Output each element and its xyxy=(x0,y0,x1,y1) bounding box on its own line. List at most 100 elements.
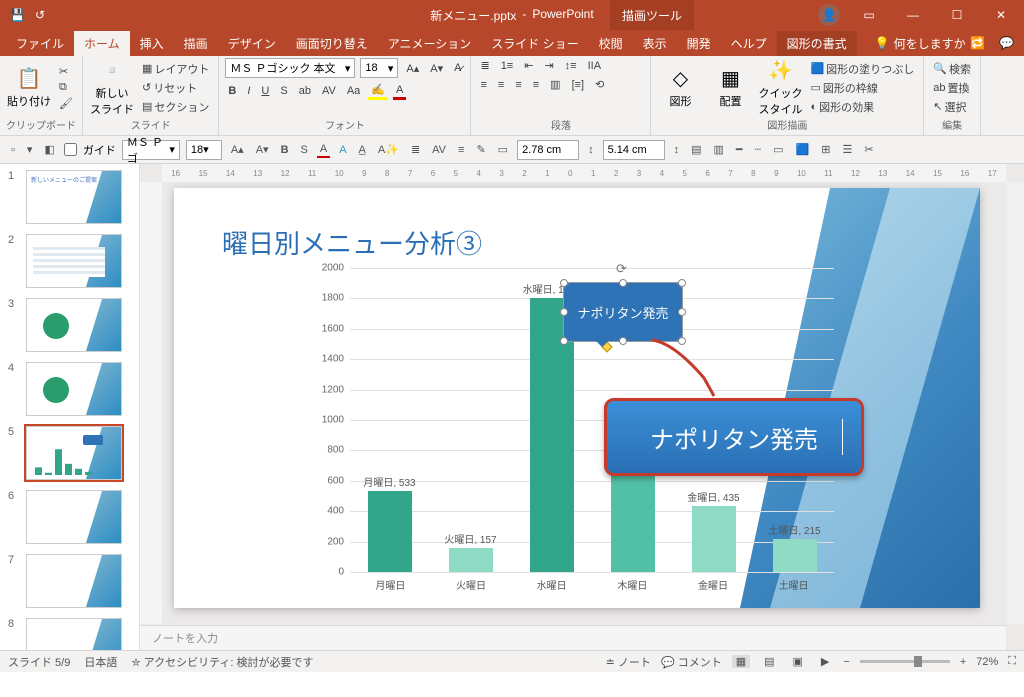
q-selection-icon[interactable]: ☰ xyxy=(839,142,855,157)
tab-review[interactable]: 校閲 xyxy=(589,31,633,56)
resize-handle[interactable] xyxy=(560,279,568,287)
q-grow-icon[interactable]: A▴ xyxy=(228,142,247,157)
callout-shape-selected[interactable]: ナポリタン発売 ⟳ xyxy=(564,283,682,341)
q-font-combo[interactable]: ＭＳ Ｐゴ ▾ xyxy=(122,140,180,160)
replace-button[interactable]: ab 置換 xyxy=(930,79,974,97)
font-color-button[interactable]: A xyxy=(393,83,406,100)
font-size-combo[interactable]: 18▾ xyxy=(360,58,398,78)
tab-animations[interactable]: アニメーション xyxy=(378,31,482,56)
normal-view-icon[interactable]: ▦ xyxy=(732,655,750,668)
font-name-combo[interactable]: ＭＳ Ｐゴシック 本文▾ xyxy=(225,58,355,78)
layout-button[interactable]: ▦ レイアウト xyxy=(139,60,212,78)
tab-draw[interactable]: 描画 xyxy=(174,31,218,56)
bold-button[interactable]: B xyxy=(225,84,239,98)
autosave-icon[interactable]: 💾 xyxy=(10,8,25,22)
q-height-input[interactable]: 5.14 cm xyxy=(603,140,665,160)
q-fontcolor[interactable]: A xyxy=(317,142,330,158)
shapes-button[interactable]: ◇図形 xyxy=(657,66,703,109)
slide-thumbnail[interactable] xyxy=(26,298,122,352)
shape-effects-button[interactable]: ◐ 図形の効果 xyxy=(807,98,917,116)
q-spacing[interactable]: AV xyxy=(429,143,449,157)
tab-file[interactable]: ファイル xyxy=(6,31,74,56)
q-size-combo[interactable]: 18 ▾ xyxy=(186,140,222,160)
spacing-button[interactable]: AV xyxy=(319,84,339,98)
section-button[interactable]: ▤ セクション xyxy=(139,98,212,116)
align-text-icon[interactable]: [≡] xyxy=(569,78,588,92)
case-button[interactable]: Aa xyxy=(344,84,363,98)
language-indicator[interactable]: 日本語 xyxy=(84,654,117,670)
format-painter-icon[interactable]: 🖌 xyxy=(56,96,76,111)
resize-handle[interactable] xyxy=(560,337,568,345)
slide[interactable]: 曜日別メニュー分析③ 月曜日, 533火曜日, 157水曜日, 1804木曜日,… xyxy=(174,188,980,608)
zoom-slider[interactable] xyxy=(860,660,950,663)
indent-dec-icon[interactable]: ⇤ xyxy=(521,58,536,73)
maximize-icon[interactable]: ☐ xyxy=(942,8,972,22)
guide-checkbox[interactable] xyxy=(64,143,77,156)
zoom-in-icon[interactable]: + xyxy=(960,656,966,668)
minimize-icon[interactable]: — xyxy=(898,8,928,22)
tab-slideshow[interactable]: スライド ショー xyxy=(481,31,588,56)
q-crop-icon[interactable]: ✂ xyxy=(861,142,876,157)
slide-thumbnail[interactable] xyxy=(26,618,122,650)
q-textfill[interactable]: A xyxy=(336,143,349,157)
slide-thumbnail[interactable] xyxy=(26,490,122,544)
undo-icon[interactable]: ↺ xyxy=(35,8,45,22)
tab-help[interactable]: ヘルプ xyxy=(721,31,777,56)
align-left-icon[interactable]: ≡ xyxy=(477,78,489,92)
q-group-icon[interactable]: ⊞ xyxy=(818,142,833,157)
slide-thumbnail[interactable] xyxy=(26,362,122,416)
quick-styles-button[interactable]: ✨クイック スタイル xyxy=(757,58,803,117)
slide-thumbnail[interactable]: 新しいメニューのご提案 xyxy=(26,170,122,224)
tab-insert[interactable]: 挿入 xyxy=(130,31,174,56)
bullets-icon[interactable]: ≣ xyxy=(477,58,492,73)
zoom-out-icon[interactable]: − xyxy=(843,656,849,668)
copy-icon[interactable]: ⧉ xyxy=(56,80,76,95)
rotate-handle-icon[interactable]: ⟳ xyxy=(616,261,627,277)
tab-developer[interactable]: 開発 xyxy=(677,31,721,56)
tab-home[interactable]: ホーム xyxy=(74,31,130,56)
comments-toggle[interactable]: 💬 コメント xyxy=(661,654,722,670)
q-effects[interactable]: A✨ xyxy=(375,142,402,157)
resize-handle[interactable] xyxy=(619,337,627,345)
highlight-button[interactable]: ✍ xyxy=(368,82,388,100)
new-slide-button[interactable]: ▫️ 新しい スライド xyxy=(89,58,135,117)
reading-view-icon[interactable]: ▣ xyxy=(789,655,807,668)
resize-handle[interactable] xyxy=(678,308,686,316)
tab-transitions[interactable]: 画面切り替え xyxy=(286,31,378,56)
qo-icon1[interactable]: ▫ xyxy=(8,143,18,157)
q-bold[interactable]: B xyxy=(278,143,292,157)
sorter-view-icon[interactable]: ▤ xyxy=(760,655,778,668)
close-icon[interactable]: ✕ xyxy=(986,8,1016,22)
share-icon[interactable]: 🔁 xyxy=(970,36,985,50)
q-dash-icon[interactable]: ┄ xyxy=(752,142,765,157)
slide-thumbnail[interactable] xyxy=(26,554,122,608)
slide-indicator[interactable]: スライド 5/9 xyxy=(8,654,70,670)
slide-thumbnail[interactable] xyxy=(26,234,122,288)
align-right-icon[interactable]: ≡ xyxy=(512,78,524,92)
arrange-button[interactable]: ▦配置 xyxy=(707,66,753,109)
q-bullets[interactable]: ≣ xyxy=(408,142,423,157)
notes-toggle[interactable]: ≐ ノート xyxy=(606,654,651,670)
underline-button[interactable]: U xyxy=(258,84,272,98)
shrink-font-icon[interactable]: A▾ xyxy=(427,61,446,76)
comments-icon[interactable]: 💬 xyxy=(999,36,1014,50)
q-shrink-icon[interactable]: A▾ xyxy=(253,142,272,157)
q-line-icon[interactable]: ━ xyxy=(733,142,746,157)
q-shape[interactable]: ▭ xyxy=(495,142,511,157)
slide-thumbnails[interactable]: 1 新しいメニューのご提案 2 3 4 5 6 7 xyxy=(0,164,140,650)
justify-icon[interactable]: ≡ xyxy=(530,78,542,92)
zoom-value[interactable]: 72% xyxy=(976,656,998,668)
grow-font-icon[interactable]: A▴ xyxy=(403,61,422,76)
tab-view[interactable]: 表示 xyxy=(633,31,677,56)
fit-window-icon[interactable]: ⛶ xyxy=(1008,655,1016,668)
select-button[interactable]: ↖ 選択 xyxy=(930,98,974,116)
columns-icon[interactable]: ▥ xyxy=(547,77,563,92)
paste-button[interactable]: 📋 貼り付け xyxy=(6,66,52,109)
smartart-icon[interactable]: ⟲ xyxy=(592,77,607,92)
indent-inc-icon[interactable]: ⇥ xyxy=(541,58,556,73)
ribbon-display-icon[interactable]: ▭ xyxy=(854,8,884,22)
qo-icon2[interactable]: ▾ xyxy=(24,142,36,157)
text-direction-icon[interactable]: IIA xyxy=(585,59,604,73)
vertical-scrollbar[interactable] xyxy=(1006,182,1024,624)
clear-format-icon[interactable]: A̷ xyxy=(451,61,464,75)
